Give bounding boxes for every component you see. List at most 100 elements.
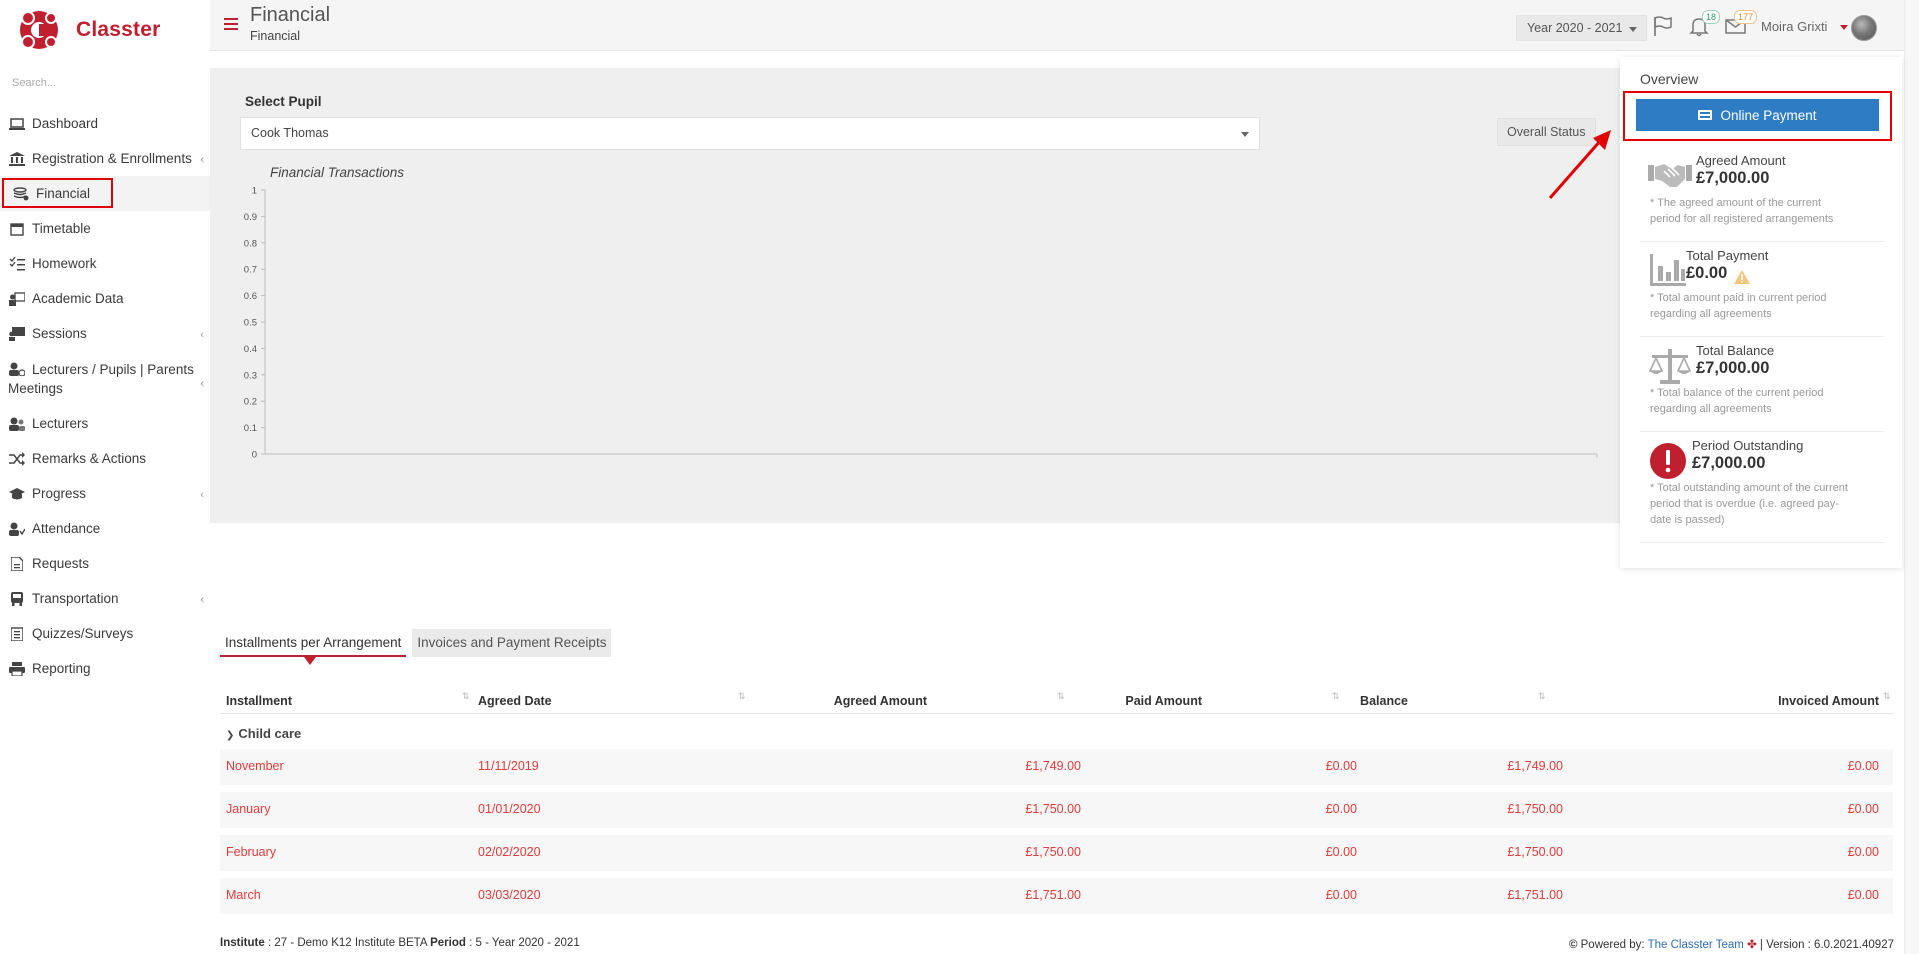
sort-icon[interactable]: ⇅ <box>1883 691 1891 702</box>
sidebar-item-homework[interactable]: Homework <box>0 246 210 281</box>
group-row-child-care[interactable]: ❯ Child care <box>220 714 1893 749</box>
sort-icon[interactable]: ⇅ <box>1538 691 1546 702</box>
sort-icon[interactable]: ⇅ <box>1057 691 1065 702</box>
calendar-icon <box>8 222 26 236</box>
online-payment-button[interactable]: Online Payment <box>1636 99 1879 131</box>
sort-icon[interactable]: ⇅ <box>738 691 746 702</box>
powered-by-label: Powered by: <box>1580 939 1645 951</box>
cell-agreed-amount: £1,750.00 <box>1025 802 1081 816</box>
sidebar-item-label: Quizzes/Surveys <box>32 626 134 641</box>
institute-label: Institute <box>220 937 265 949</box>
sidebar: Classter Dashboard Registration & Enroll… <box>0 0 210 954</box>
table-header: Installment ⇅ Agreed Date ⇅ Agreed Amoun… <box>220 686 1893 714</box>
sidebar-item-financial[interactable]: Financial <box>0 176 210 211</box>
table-row[interactable]: March 03/03/2020 £1,751.00 £0.00 £1,751.… <box>220 878 1893 914</box>
hamburger-menu-icon[interactable] <box>224 18 238 30</box>
sidebar-item-dashboard[interactable]: Dashboard <box>0 106 210 141</box>
cell-agreed-date: 01/01/2020 <box>478 802 541 816</box>
sidebar-item-lecturers[interactable]: Lecturers <box>0 406 210 441</box>
cell-agreed-amount: £1,750.00 <box>1025 845 1081 859</box>
sidebar-search-input[interactable] <box>12 70 198 96</box>
sort-icon[interactable]: ⇅ <box>462 691 470 702</box>
chevron-left-icon: ‹ <box>200 489 204 501</box>
sidebar-item-registration[interactable]: Registration & Enrollments ‹ <box>0 141 210 176</box>
envelope-icon[interactable]: 177 <box>1725 10 1758 40</box>
y-tick-label: 0.5 <box>244 318 257 329</box>
year-select[interactable]: Year 2020 - 2021 <box>1516 15 1648 41</box>
tab-installments[interactable]: Installments per Arrangement <box>220 629 407 665</box>
group-label: ❯ Child care <box>226 726 301 741</box>
scrollbar[interactable] <box>1904 0 1919 954</box>
total-payment-note: * Total amount paid in current period re… <box>1650 292 1827 320</box>
powered-by: © Powered by: The Classter Team ✤ | Vers… <box>1569 937 1894 951</box>
chevron-left-icon: ‹ <box>200 154 204 166</box>
total-balance-value: £7,000.00 <box>1696 359 1770 377</box>
agreed-amount-label: Agreed Amount <box>1696 153 1786 168</box>
tab-label: Invoices and Payment Receipts <box>417 635 607 650</box>
cell-installment: March <box>226 888 261 902</box>
year-select-value: Year 2020 - 2021 <box>1527 21 1623 35</box>
sidebar-item-label: Homework <box>32 256 97 271</box>
avatar[interactable] <box>1851 15 1877 41</box>
cell-agreed-amount: £1,749.00 <box>1025 759 1081 773</box>
cell-agreed-date: 11/11/2019 <box>478 759 539 773</box>
sidebar-item-academic-data[interactable]: Academic Data <box>0 281 210 316</box>
sidebar-item-reporting[interactable]: Reporting <box>0 651 210 686</box>
column-agreed-date[interactable]: Agreed Date <box>478 694 552 708</box>
messages-badge: 177 <box>1734 10 1758 24</box>
table-row[interactable]: January 01/01/2020 £1,750.00 £0.00 £1,75… <box>220 792 1893 828</box>
laptop-icon <box>8 117 26 131</box>
cell-agreed-date: 02/02/2020 <box>478 845 541 859</box>
tab-label: Installments per Arrangement <box>225 635 402 650</box>
brand-logo[interactable]: Classter <box>18 8 160 52</box>
classter-small-logo-icon: ✤ <box>1747 939 1757 951</box>
column-installment[interactable]: Installment <box>226 694 292 708</box>
sort-icon[interactable]: ⇅ <box>1332 691 1340 702</box>
overview-panel: Overview Online Payment Agreed Amount £7… <box>1620 57 1902 568</box>
notifications-badge: 18 <box>1702 10 1721 24</box>
sidebar-item-transportation[interactable]: Transportation ‹ <box>0 581 210 616</box>
chevron-left-icon: ‹ <box>200 594 204 606</box>
coins-icon <box>12 187 30 201</box>
total-balance-label: Total Balance <box>1696 343 1775 358</box>
presentation-icon <box>8 327 26 341</box>
sidebar-item-remarks[interactable]: Remarks & Actions <box>0 441 210 476</box>
teacher-board-icon <box>8 292 26 306</box>
tab-invoices[interactable]: Invoices and Payment Receipts <box>412 629 612 657</box>
sidebar-item-meetings[interactable]: Lecturers / Pupils | Parents Meetings ‹ <box>0 351 210 406</box>
sidebar-item-label: Financial <box>36 186 91 201</box>
sidebar-item-label: Requests <box>32 556 90 571</box>
y-tick-label: 0.4 <box>244 344 257 355</box>
sidebar-item-attendance[interactable]: Attendance <box>0 511 210 546</box>
cell-invoiced-amount: £0.00 <box>1847 802 1879 816</box>
sidebar-item-quizzes[interactable]: Quizzes/Surveys <box>0 616 210 651</box>
flag-icon[interactable] <box>1653 15 1673 40</box>
sidebar-item-requests[interactable]: Requests <box>0 546 210 581</box>
annotation-arrow <box>1548 130 1611 199</box>
classter-team-link[interactable]: The Classter Team <box>1648 939 1744 951</box>
caret-down-icon[interactable] <box>1840 25 1848 30</box>
y-tick-label: 0.9 <box>244 212 257 223</box>
total-balance-card: Total Balance £7,000.00 * Total balance … <box>1640 337 1884 432</box>
column-balance[interactable]: Balance <box>1360 694 1408 708</box>
column-paid-amount[interactable]: Paid Amount <box>1125 694 1202 708</box>
sidebar-item-sessions[interactable]: Sessions ‹ <box>0 316 210 351</box>
group-name: Child care <box>238 726 302 741</box>
period-outstanding-value: £7,000.00 <box>1692 454 1766 472</box>
cell-balance: £1,749.00 <box>1507 759 1563 773</box>
clipboard-list-icon <box>8 627 26 641</box>
y-tick-label: 0.7 <box>244 265 257 276</box>
table-row[interactable]: February 02/02/2020 £1,750.00 £0.00 £1,7… <box>220 835 1893 871</box>
bell-icon[interactable]: 18 <box>1689 10 1721 40</box>
table-row[interactable]: November 11/11/2019 £1,749.00 £0.00 £1,7… <box>220 749 1893 785</box>
sidebar-item-timetable[interactable]: Timetable <box>0 211 210 246</box>
column-invoiced-amount[interactable]: Invoiced Amount <box>1778 694 1879 708</box>
sidebar-item-label: Transportation <box>32 591 119 606</box>
y-tick-label: 0.1 <box>244 423 257 434</box>
cell-invoiced-amount: £0.00 <box>1847 888 1879 902</box>
user-name[interactable]: Moira Grixti <box>1761 19 1827 34</box>
sidebar-item-label: Academic Data <box>32 291 124 306</box>
column-agreed-amount[interactable]: Agreed Amount <box>834 694 927 708</box>
sidebar-item-progress[interactable]: Progress ‹ <box>0 476 210 511</box>
user-check-icon <box>8 522 26 536</box>
